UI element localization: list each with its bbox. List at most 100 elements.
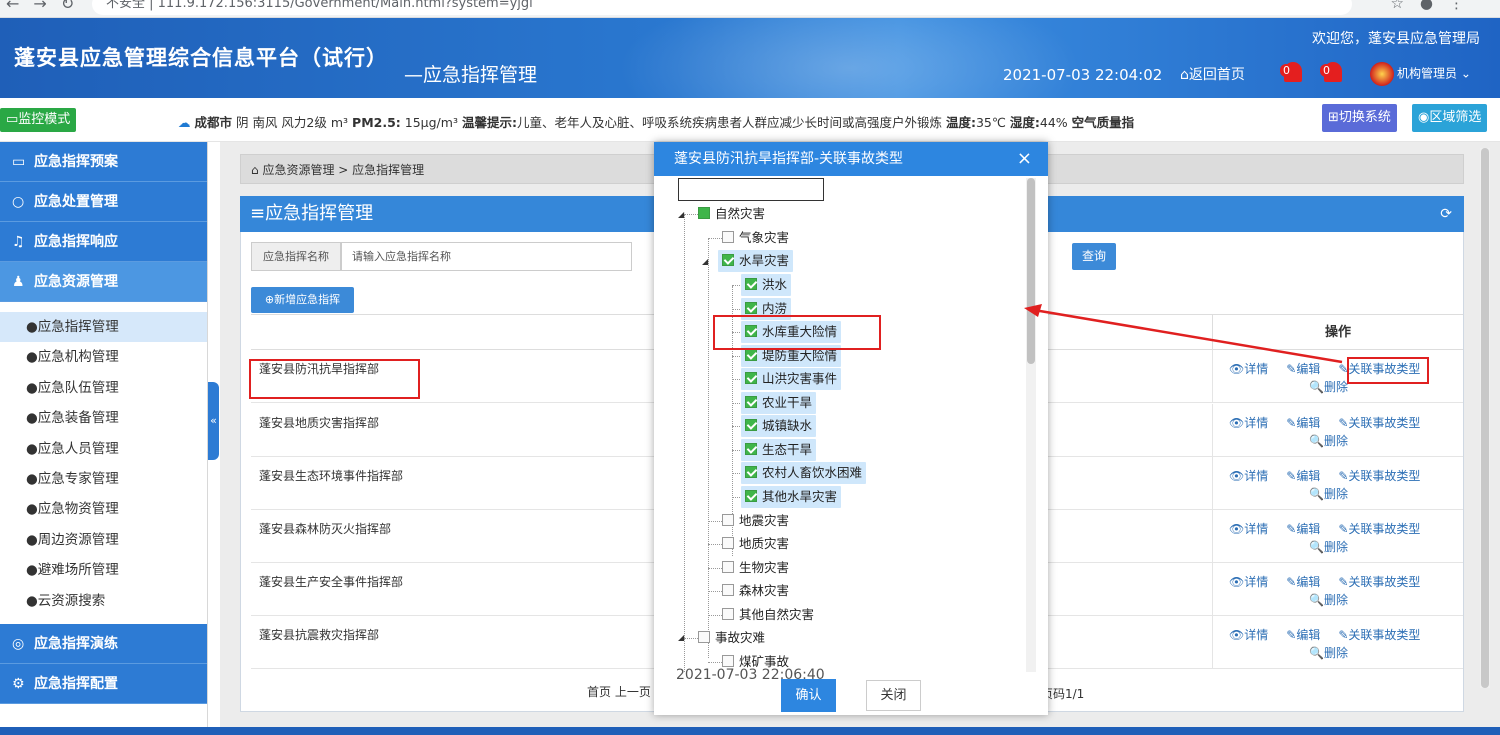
- checkbox[interactable]: [745, 349, 757, 361]
- user-menu[interactable]: 机构管理员 ⌄: [1370, 62, 1471, 86]
- sidebar-item-config[interactable]: ⚙ 应急指挥配置: [0, 663, 207, 704]
- tree-node[interactable]: 生物灾害: [722, 557, 789, 579]
- edit-link[interactable]: ✎编辑: [1286, 522, 1329, 536]
- refresh-icon[interactable]: ⟳: [1440, 196, 1452, 232]
- browser-nav-icons[interactable]: ←→↻: [6, 0, 88, 13]
- tree-node[interactable]: 水旱灾害: [718, 250, 794, 272]
- link-type-link[interactable]: ✎关联事故类型: [1338, 628, 1429, 642]
- link-type-link[interactable]: ✎关联事故类型: [1338, 522, 1429, 536]
- query-button[interactable]: 查询: [1072, 243, 1116, 270]
- checkbox[interactable]: [745, 419, 757, 431]
- tree-node[interactable]: 事故灾难: [698, 627, 765, 649]
- tree-node[interactable]: 地震灾害: [722, 510, 789, 532]
- detail-link[interactable]: 👁详情: [1229, 628, 1277, 642]
- checkbox[interactable]: [722, 584, 734, 596]
- delete-link[interactable]: 🔍删除: [1309, 378, 1348, 395]
- detail-link[interactable]: 👁详情: [1229, 469, 1277, 483]
- detail-link[interactable]: 👁详情: [1229, 575, 1277, 589]
- checkbox[interactable]: [745, 466, 757, 478]
- checkbox[interactable]: [698, 631, 710, 643]
- tree-node[interactable]: 城镇缺水: [741, 415, 817, 437]
- edit-link[interactable]: ✎编辑: [1286, 575, 1329, 589]
- sidebar-subitem-shelter[interactable]: ●避难场所管理: [0, 555, 207, 585]
- checkbox[interactable]: [722, 561, 734, 573]
- sidebar-subitem-equipment[interactable]: ●应急装备管理: [0, 403, 207, 433]
- sidebar-subitem-personnel[interactable]: ●应急人员管理: [0, 434, 207, 464]
- alarm-badge-2[interactable]: 0: [1320, 62, 1346, 84]
- sidebar-subitem-expert[interactable]: ●应急专家管理: [0, 464, 207, 494]
- checkbox[interactable]: [745, 396, 757, 408]
- delete-link[interactable]: 🔍删除: [1309, 538, 1348, 555]
- checkbox[interactable]: [745, 278, 757, 290]
- checkbox[interactable]: [745, 302, 757, 314]
- detail-link[interactable]: 👁详情: [1229, 416, 1277, 430]
- checkbox[interactable]: [745, 443, 757, 455]
- pager-nav[interactable]: 首页 上一页: [587, 683, 651, 700]
- alarm-badge-1[interactable]: 0: [1280, 62, 1306, 84]
- tree-node[interactable]: 农业干旱: [741, 392, 817, 414]
- sidebar-item-resources[interactable]: ♟ 应急资源管理: [0, 262, 207, 302]
- link-type-link[interactable]: ✎关联事故类型: [1338, 416, 1429, 430]
- detail-link[interactable]: 👁详情: [1229, 522, 1277, 536]
- sidebar-item-plan[interactable]: ▭ 应急指挥预案: [0, 142, 207, 182]
- tree-node[interactable]: 气象灾害: [722, 227, 789, 249]
- tree-node[interactable]: 生态干旱: [741, 439, 817, 461]
- sidebar-item-label: 应急资源管理: [34, 274, 118, 290]
- link-type-link[interactable]: ✎关联事故类型: [1338, 469, 1429, 483]
- sidebar-subitem-team[interactable]: ●应急队伍管理: [0, 373, 207, 403]
- sidebar-item-drill[interactable]: ◎ 应急指挥演练: [0, 623, 207, 664]
- sidebar-subitem-nearby[interactable]: ●周边资源管理: [0, 525, 207, 555]
- tree-node[interactable]: 自然灾害: [698, 203, 765, 225]
- edit-link[interactable]: ✎编辑: [1286, 469, 1329, 483]
- sidebar-subitem-agency[interactable]: ●应急机构管理: [0, 342, 207, 372]
- command-name: 蓬安县抗震救灾指挥部: [259, 628, 380, 642]
- scrollbar-thumb[interactable]: [1481, 148, 1489, 688]
- delete-link[interactable]: 🔍删除: [1309, 432, 1348, 449]
- close-button[interactable]: 关闭: [866, 680, 921, 711]
- region-filter-button[interactable]: ◉区域筛选: [1412, 104, 1488, 132]
- tree-node[interactable]: 其他自然灾害: [722, 604, 814, 626]
- main-scrollbar[interactable]: [1480, 148, 1490, 688]
- edit-link[interactable]: ✎编辑: [1286, 628, 1329, 642]
- checkbox[interactable]: [722, 254, 734, 266]
- address-bar[interactable]: 不安全 | 111.9.172.156:3115/Government/Main…: [92, 0, 1352, 15]
- tree-node[interactable]: 地质灾害: [722, 533, 789, 555]
- checkbox[interactable]: [722, 608, 734, 620]
- annotation-arrow: [1024, 304, 1343, 364]
- sidebar-item-response[interactable]: ♫ 应急指挥响应: [0, 222, 207, 262]
- collapse-toggle-icon[interactable]: ◢: [702, 257, 708, 266]
- checkbox[interactable]: [745, 490, 757, 502]
- checkbox[interactable]: [745, 372, 757, 384]
- link-type-link[interactable]: ✎关联事故类型: [1338, 575, 1429, 589]
- sidebar-collapse-handle[interactable]: «: [208, 382, 219, 460]
- browser-menu-icons[interactable]: ☆●⋮: [1390, 0, 1480, 12]
- delete-link[interactable]: 🔍删除: [1309, 591, 1348, 608]
- switch-system-button[interactable]: ⊞切换系统: [1322, 104, 1397, 132]
- tree-node[interactable]: 农村人畜饮水困难: [741, 462, 867, 484]
- home-link[interactable]: ⌂返回首页: [1180, 64, 1245, 84]
- tree-node[interactable]: 其他水旱灾害: [741, 486, 842, 508]
- delete-link[interactable]: 🔍删除: [1309, 644, 1348, 661]
- checkbox[interactable]: [722, 655, 734, 667]
- monitor-mode-button[interactable]: ▭监控模式: [0, 108, 77, 132]
- sidebar-item-disposal[interactable]: ○ 应急处置管理: [0, 182, 207, 222]
- sidebar-item-label: 应急指挥配置: [34, 675, 118, 692]
- close-icon[interactable]: ×: [1017, 142, 1032, 176]
- tree-node[interactable]: 森林灾害: [722, 580, 789, 602]
- tree-node[interactable]: 洪水: [741, 274, 792, 296]
- tree-scrollbar[interactable]: [1026, 178, 1036, 672]
- confirm-button[interactable]: 确认: [781, 679, 836, 712]
- checkbox[interactable]: [698, 207, 710, 219]
- checkbox[interactable]: [722, 231, 734, 243]
- checkbox[interactable]: [722, 514, 734, 526]
- tree-search-input[interactable]: [678, 178, 824, 201]
- delete-link[interactable]: 🔍删除: [1309, 485, 1348, 502]
- sidebar-subitem-command[interactable]: ●应急指挥管理: [0, 312, 207, 343]
- add-command-button[interactable]: ⊕新增应急指挥: [251, 287, 354, 313]
- checkbox[interactable]: [722, 537, 734, 549]
- tree-node[interactable]: 山洪灾害事件: [741, 368, 842, 390]
- search-input[interactable]: 请输入应急指挥名称: [341, 242, 632, 271]
- sidebar-subitem-supplies[interactable]: ●应急物资管理: [0, 494, 207, 524]
- sidebar-subitem-cloud-search[interactable]: ●云资源搜索: [0, 586, 207, 616]
- edit-link[interactable]: ✎编辑: [1286, 416, 1329, 430]
